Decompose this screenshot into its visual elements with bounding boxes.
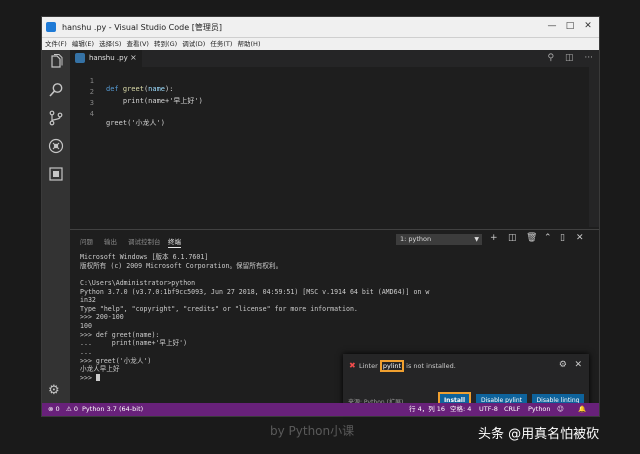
- terminal-line: 100: [80, 322, 92, 331]
- status-bar: ⊗ 0 ⚠ 0 Python 3.7 (64-bit) 行 4，列 16 空格:…: [42, 403, 599, 416]
- terminal-select[interactable]: 1: python ▼: [396, 234, 482, 245]
- terminal-line: >>> 200-100: [80, 313, 124, 322]
- search-icon[interactable]: [48, 82, 64, 98]
- vscode-icon: [46, 22, 56, 32]
- minimize-button[interactable]: —: [545, 19, 559, 33]
- title-bar: hanshu .py - Visual Studio Code [管理员] — …: [42, 17, 599, 38]
- window-title: hanshu .py - Visual Studio Code [管理员]: [62, 23, 222, 32]
- editor-tab-bar: hanshu .py × ⚲ ◫ ···: [70, 50, 599, 67]
- indentation[interactable]: 空格: 4: [450, 403, 471, 416]
- files-icon[interactable]: [48, 54, 64, 70]
- tab-terminal[interactable]: 终端: [168, 236, 181, 248]
- warning-count[interactable]: ⚠ 0: [66, 403, 78, 416]
- panel-layout-icon[interactable]: ▯: [560, 233, 565, 243]
- python-interpreter[interactable]: Python 3.7 (64-bit): [82, 403, 143, 416]
- line-number: 4: [89, 110, 94, 118]
- code-line: 1 def greet(name):: [70, 69, 599, 93]
- code-editor[interactable]: 1 def greet(name): 2 print(name+'早上好') 3…: [70, 67, 599, 227]
- line-source: greet('小龙人'): [106, 119, 165, 127]
- notification-gear-icon[interactable]: ⚙: [559, 360, 567, 370]
- terminal-cursor: [95, 374, 100, 382]
- code-line: 2 print(name+'早上好'): [70, 80, 599, 105]
- debug-icon[interactable]: [48, 138, 64, 154]
- python-file-icon: [75, 53, 85, 63]
- menu-edit[interactable]: 编辑(E): [72, 38, 94, 50]
- menu-view[interactable]: 查看(V): [126, 38, 149, 50]
- bell-icon[interactable]: 🔔: [578, 403, 586, 416]
- notification-message: Linter pylint is not installed.: [359, 360, 456, 372]
- error-count[interactable]: ⊗ 0: [48, 403, 60, 416]
- menu-goto[interactable]: 转到(G): [154, 38, 177, 50]
- feedback-icon[interactable]: ☺: [557, 403, 564, 416]
- menu-debug[interactable]: 调试(D): [182, 38, 205, 50]
- vscode-window: hanshu .py - Visual Studio Code [管理员] — …: [42, 17, 599, 416]
- terminal-line: Type "help", "copyright", "credits" or "…: [80, 304, 358, 313]
- language-mode[interactable]: Python: [528, 403, 551, 416]
- cursor-position[interactable]: 行 4，列 16: [409, 403, 445, 416]
- editor-actions: ⚲ ◫ ···: [540, 53, 593, 63]
- tab-close-icon[interactable]: ×: [130, 53, 137, 62]
- chevron-down-icon: ▼: [474, 236, 479, 243]
- more-actions-icon[interactable]: ···: [584, 53, 593, 63]
- menu-selection[interactable]: 选择(S): [99, 38, 121, 50]
- trash-icon[interactable]: 🗑: [526, 233, 537, 243]
- terminal-line: C:\Users\Administrator>python: [80, 278, 196, 287]
- credit: 头条 @用真名怕被砍: [478, 427, 600, 442]
- terminal-line: Python 3.7.0 (v3.7.0:1bf9cc5093, Jun 27 …: [80, 287, 430, 296]
- pylint-highlight: pylint: [379, 360, 405, 372]
- terminal-line: in32: [80, 296, 96, 305]
- scrollbar[interactable]: [589, 67, 599, 227]
- encoding[interactable]: UTF-8: [479, 403, 498, 416]
- tab-output[interactable]: 输出: [104, 236, 117, 246]
- code-line: 4 greet('小龙人'): [70, 102, 599, 127]
- notification-close-icon[interactable]: ✕: [574, 360, 582, 370]
- maximize-panel-icon[interactable]: ⌃: [544, 233, 552, 243]
- tab-problems[interactable]: 问题: [80, 236, 93, 246]
- tab-label: hanshu .py: [89, 54, 128, 62]
- tab-debug-console[interactable]: 调试控制台: [128, 236, 161, 246]
- settings-gear-icon[interactable]: ⚙: [48, 383, 60, 398]
- menu-help[interactable]: 帮助(H): [238, 38, 261, 50]
- extensions-icon[interactable]: [48, 166, 64, 182]
- terminal-select-value: 1: python: [400, 235, 432, 243]
- activity-bar: [42, 50, 70, 403]
- terminal-line: 版权所有 (c) 2009 Microsoft Corporation。保留所有…: [80, 261, 283, 270]
- close-panel-icon[interactable]: ✕: [576, 233, 584, 243]
- split-terminal-icon[interactable]: ◫: [508, 233, 517, 243]
- menu-bar: 文件(F) 编辑(E) 选择(S) 查看(V) 转到(G) 调试(D) 任务(T…: [42, 38, 599, 50]
- split-editor-icon[interactable]: ◫: [565, 53, 574, 63]
- terminal-line: ... print(name+'早上好'): [80, 339, 188, 348]
- line-ending[interactable]: CRLF: [504, 403, 520, 416]
- menu-file[interactable]: 文件(F): [45, 38, 67, 50]
- maximize-button[interactable]: □: [563, 19, 577, 33]
- watermark: by Python小课: [270, 424, 355, 438]
- terminal-line: Microsoft Windows [版本 6.1.7601]: [80, 253, 209, 261]
- open-changes-icon[interactable]: ⚲: [548, 53, 555, 63]
- new-terminal-icon[interactable]: +: [490, 233, 498, 243]
- menu-tasks[interactable]: 任务(T): [210, 38, 232, 50]
- code-line: 3: [70, 91, 599, 107]
- source-control-icon[interactable]: [48, 110, 64, 126]
- tab-hanshu-py[interactable]: hanshu .py ×: [70, 50, 142, 67]
- close-window-button[interactable]: ✕: [581, 19, 595, 33]
- error-icon: ✖: [349, 361, 356, 370]
